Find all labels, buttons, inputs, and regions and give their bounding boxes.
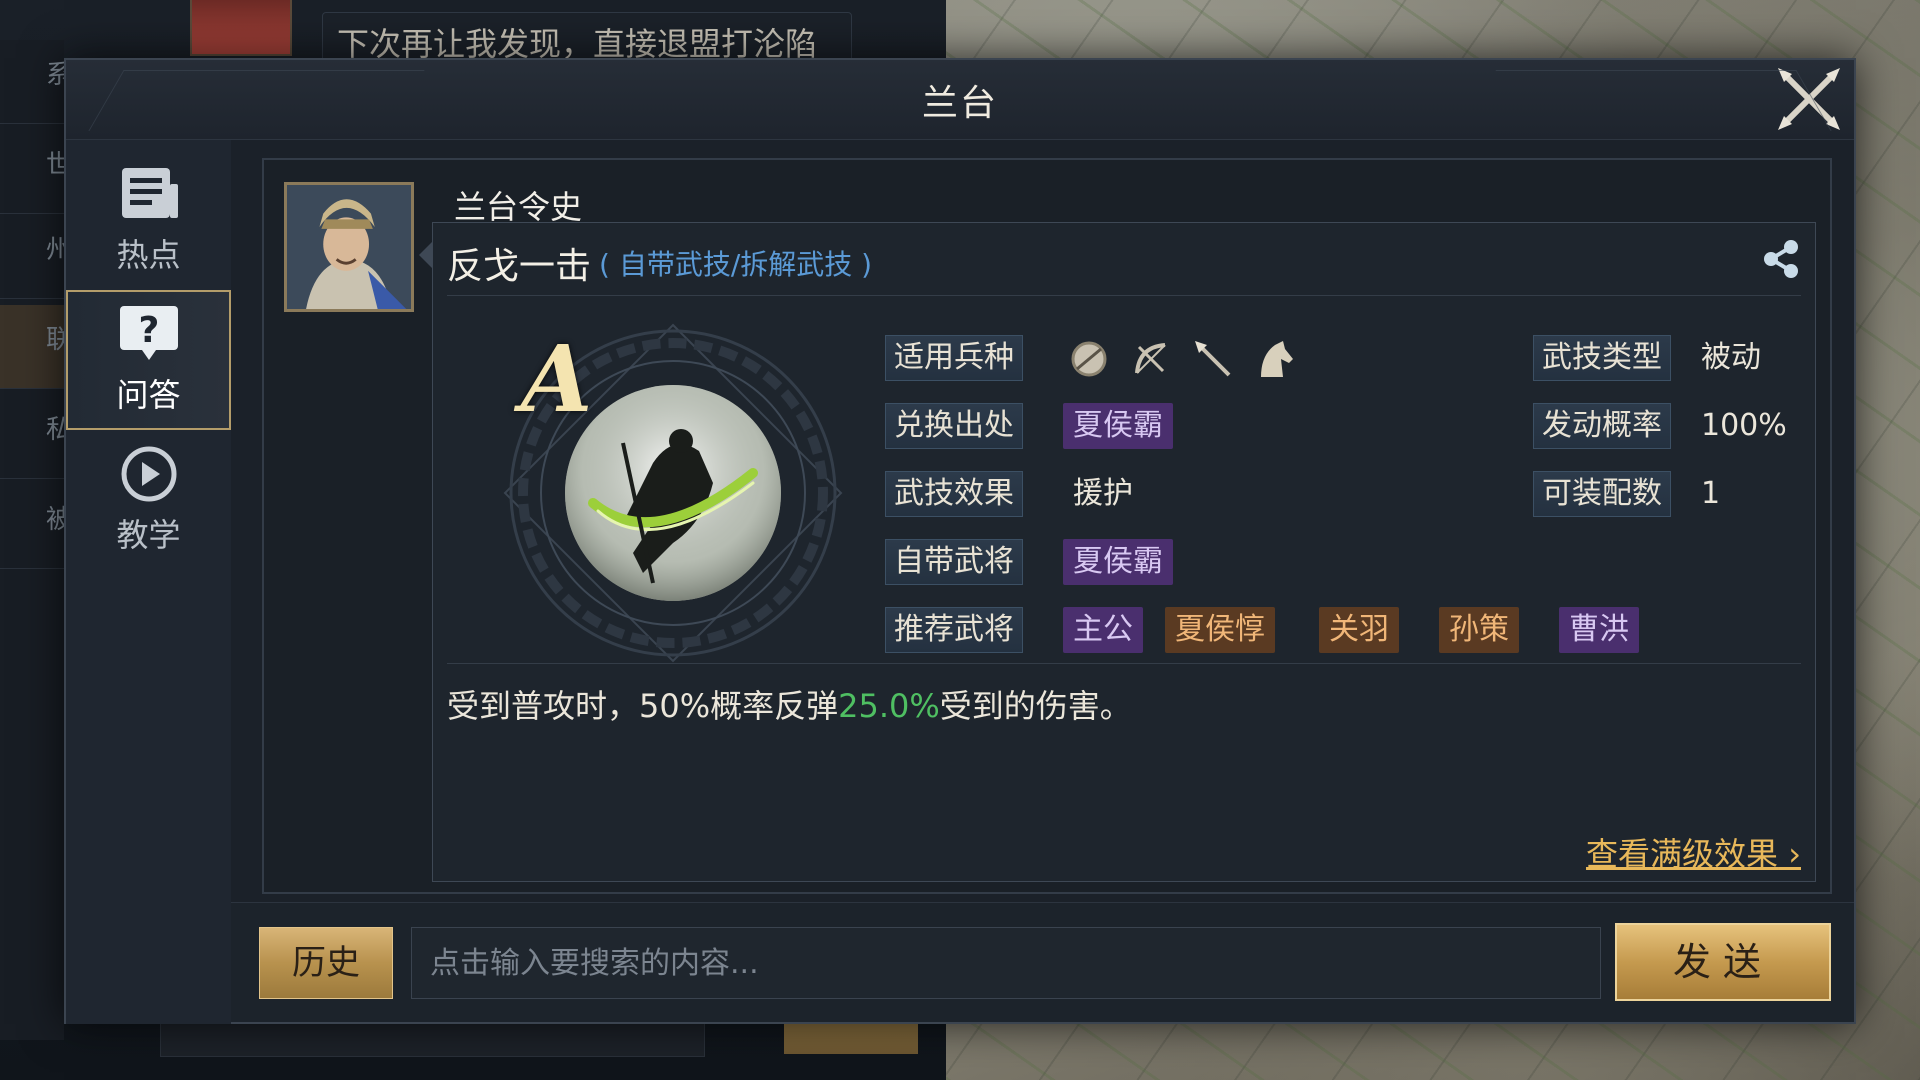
close-icon <box>1778 68 1840 130</box>
equip-slots-label: 可装配数 <box>1533 471 1671 517</box>
recommend-tag[interactable]: 孙策 <box>1439 607 1519 653</box>
send-button[interactable]: 发送 <box>1615 923 1831 1001</box>
answer-box: 反戈一击 ( 自带武技/拆解武技 ) A 适用兵种 武技类型 被动 兑换出处 夏… <box>419 222 1816 882</box>
skill-grade: A <box>521 325 593 433</box>
skill-subtitle: ( 自带武技/拆解武技 ) <box>599 248 873 281</box>
background-side-tab[interactable]: 州 <box>0 215 64 299</box>
description-highlight: 25.0% <box>838 687 940 725</box>
description-text: 受到的伤害。 <box>939 687 1132 725</box>
cavalry-troop-icon <box>1253 337 1297 381</box>
background-side-tab[interactable]: 被 <box>0 485 64 569</box>
troops-label: 适用兵种 <box>885 335 1023 381</box>
trigger-rate-label: 发动概率 <box>1533 403 1671 449</box>
spear-troop-icon <box>1191 337 1235 381</box>
nav-item-label: 热点 <box>116 236 181 274</box>
recommend-tag[interactable]: 夏侯惇 <box>1165 607 1275 653</box>
svg-text:?: ? <box>138 310 159 351</box>
history-button[interactable]: 历史 <box>259 927 393 999</box>
dialog-title: 兰台 <box>921 83 998 124</box>
nav-item-tutorial[interactable]: 教学 <box>66 430 231 570</box>
effect-label: 武技效果 <box>885 471 1023 517</box>
answer-panel: 兰台令史 反戈一击 ( 自带武技/拆解武技 ) A 适用兵种 武技类型 被动 兑… <box>262 158 1832 894</box>
recommend-tag[interactable]: 曹洪 <box>1559 607 1639 653</box>
background-side-tabs: 系 世 州 联 私 被 <box>0 40 64 1040</box>
nav-item-label: 问答 <box>116 376 181 414</box>
trigger-rate-value: 100% <box>1701 408 1787 443</box>
nav-item-hot[interactable]: 热点 <box>66 150 231 290</box>
background-chat-bubble: 下次再让我发现，直接退盟打沦陷 <box>322 12 852 63</box>
play-icon <box>121 446 176 502</box>
news-icon <box>121 168 178 218</box>
close-button[interactable] <box>1772 62 1846 136</box>
search-bar: 历史 发送 <box>231 902 1854 1022</box>
background-side-tab[interactable]: 世 <box>0 130 64 214</box>
skill-type-value: 被动 <box>1701 340 1761 375</box>
official-portrait-icon <box>287 185 411 309</box>
recommend-tag[interactable]: 关羽 <box>1319 607 1399 653</box>
owner-tag[interactable]: 夏侯霸 <box>1063 539 1173 585</box>
dialog-header: 兰台 <box>66 60 1854 140</box>
background-side-tab[interactable]: 系 <box>0 40 64 124</box>
recommend-tag[interactable]: 主公 <box>1063 607 1143 653</box>
lantai-dialog: 兰台 热点 ? 问答 教学 兰台令史 反戈一击 (自带武技/拆解武技) A … <box>64 58 1856 1024</box>
search-input[interactable] <box>411 927 1601 999</box>
asker-avatar <box>284 182 414 312</box>
description-text: 受到普攻时，50%概率反弹 <box>447 687 839 725</box>
chevron-right-icon: › <box>1778 835 1801 873</box>
nav-item-label: 教学 <box>116 516 181 554</box>
background-chat-avatar <box>190 0 292 56</box>
question-icon: ? <box>119 306 178 360</box>
owner-label: 自带武将 <box>885 539 1023 585</box>
nav-item-qa[interactable]: ? 问答 <box>66 290 231 430</box>
recommend-label: 推荐武将 <box>885 607 1023 653</box>
view-full-effect-label: 查看满级效果 <box>1586 835 1779 873</box>
bow-troop-icon <box>1129 337 1173 381</box>
share-icon[interactable] <box>1759 237 1803 281</box>
source-tag[interactable]: 夏侯霸 <box>1063 403 1173 449</box>
skill-description: 受到普攻时，50%概率反弹25.0%受到的伤害。 <box>447 681 1132 727</box>
divider <box>447 295 1801 296</box>
view-full-effect-link[interactable]: 查看满级效果 › <box>1586 829 1801 875</box>
background-side-tab[interactable]: 联 <box>0 305 64 389</box>
left-nav: 热点 ? 问答 教学 <box>66 140 231 1024</box>
divider <box>447 663 1801 664</box>
background-side-tab[interactable]: 私 <box>0 395 64 479</box>
source-label: 兑换出处 <box>885 403 1023 449</box>
effect-value: 援护 <box>1073 476 1133 511</box>
skill-type-label: 武技类型 <box>1533 335 1671 381</box>
equip-slots-value: 1 <box>1701 476 1721 511</box>
shield-troop-icon <box>1067 337 1111 381</box>
skill-name: 反戈一击 <box>447 246 592 287</box>
